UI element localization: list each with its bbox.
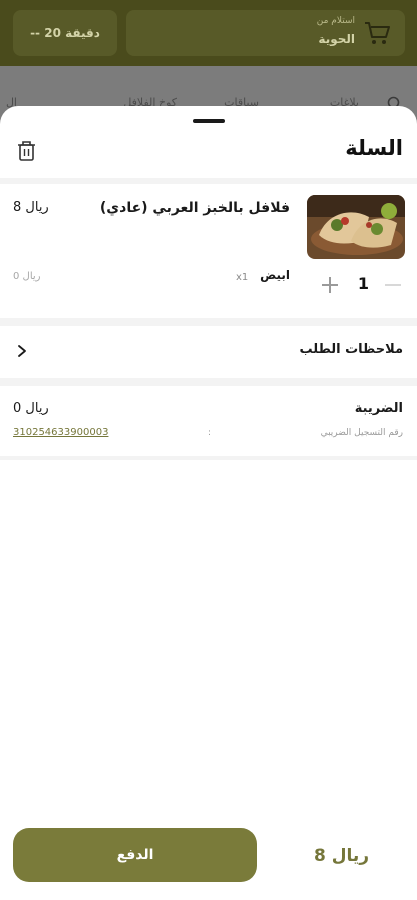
tax-value: 0 ريال — [13, 401, 49, 416]
divider — [0, 456, 417, 460]
pickup-label: استلام من — [316, 16, 355, 26]
vat-colon: : — [208, 428, 212, 438]
quantity-value: 1 — [357, 274, 369, 293]
item-name: فلافل بالخبز العربي (عادي) — [99, 200, 290, 216]
sheet-drag-handle[interactable] — [193, 119, 225, 123]
pickup-location: الحوية — [318, 32, 355, 46]
pickup-selector: استلام من الحوية — [126, 10, 405, 56]
item-option-name: ابيض — [260, 268, 290, 282]
chevron-right-icon — [18, 345, 26, 357]
divider — [0, 318, 417, 326]
plus-icon[interactable] — [321, 276, 339, 294]
cart-sheet: السلة فلافل بالخبز العربي (عادي) 8 ريال … — [0, 106, 417, 900]
item-image — [307, 195, 405, 259]
vat-number-link[interactable]: 310254633900003 — [13, 427, 108, 438]
minus-icon[interactable] — [385, 284, 401, 286]
trash-icon[interactable] — [16, 140, 37, 162]
divider — [0, 378, 417, 386]
cart-title: السلة — [345, 136, 403, 160]
order-notes-row[interactable]: ملاحظات الطلب — [0, 326, 417, 378]
background-header: استلام من الحوية -- 20 دقيقة — [0, 0, 417, 66]
cart-icon — [365, 22, 390, 44]
cart-total: 8 ريال — [314, 846, 370, 866]
item-price: 8 ريال — [13, 200, 49, 215]
vat-label: رقم التسجيل الضريبي — [320, 428, 403, 438]
item-option-qty: x1 — [236, 272, 249, 283]
divider — [0, 178, 417, 184]
tax-label: الضريبة — [354, 401, 403, 416]
delivery-time: -- 20 دقيقة — [13, 10, 117, 56]
quantity-stepper: 1 — [315, 272, 401, 300]
order-notes-label: ملاحظات الطلب — [299, 342, 404, 357]
item-option-price: 0 ريال — [13, 271, 41, 282]
pay-button[interactable]: الدفع — [13, 828, 257, 882]
